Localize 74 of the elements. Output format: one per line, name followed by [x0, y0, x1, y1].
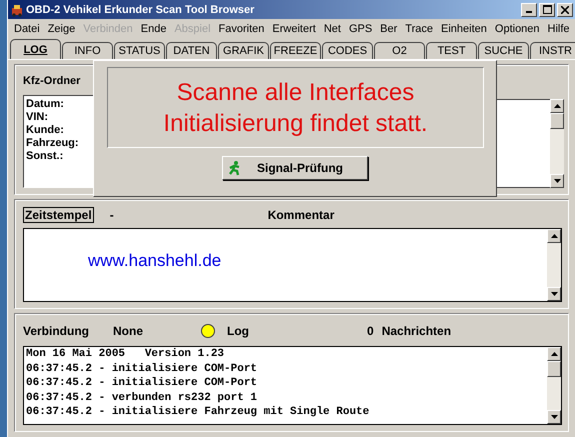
- field-label: VIN:: [26, 111, 49, 124]
- menu-item[interactable]: Optionen: [490, 23, 544, 35]
- menu-item[interactable]: Datei: [10, 23, 44, 35]
- scroll-up-button[interactable]: [550, 99, 564, 113]
- down-triangle-icon: [554, 179, 560, 183]
- tab[interactable]: SUCHE: [478, 42, 529, 59]
- log-line: 06:37:45.2 - initialisiere COM-Port: [26, 362, 258, 376]
- close-icon: [561, 6, 569, 14]
- maximize-icon: [542, 5, 552, 14]
- scroll-down-button[interactable]: [550, 174, 564, 188]
- field-label: Fahrzeug:: [26, 137, 80, 150]
- tab[interactable]: TEST: [426, 42, 477, 59]
- menu-item[interactable]: Ende: [136, 23, 170, 35]
- scroll-up-button[interactable]: [547, 347, 561, 361]
- close-button[interactable]: [557, 2, 573, 16]
- log-line: 06:37:45.2 - initialisiere Fahrzeug mit Single Route: [26, 405, 370, 420]
- menu-item[interactable]: Net: [320, 23, 345, 35]
- log-line: 06:37:45.2 - initialisiere COM-Port: [26, 376, 258, 390]
- field-label: Sonst.:: [26, 150, 64, 163]
- tab[interactable]: CODES: [322, 42, 373, 59]
- menu-item[interactable]: Einheiten: [437, 23, 491, 35]
- vehicle-info-box[interactable]: Datum: VIN: Kunde: Fahrzeug: Sonst.:: [23, 95, 95, 188]
- scroll-thumb[interactable]: [550, 113, 564, 129]
- down-triangle-icon: [550, 415, 558, 419]
- menu-item[interactable]: Trace: [401, 23, 438, 35]
- messages-label: Nachrichten: [382, 324, 452, 338]
- connection-label: Verbindung: [23, 324, 90, 338]
- tab[interactable]: GRAFIK: [218, 42, 269, 59]
- folder-title: Kfz-Ordner: [23, 75, 82, 87]
- tab[interactable]: INSTR: [530, 42, 575, 59]
- up-triangle-icon: [554, 104, 560, 108]
- field-label: Datum:: [26, 98, 65, 111]
- tab[interactable]: FREEZE: [270, 42, 321, 59]
- down-triangle-icon: [550, 292, 558, 296]
- tab[interactable]: DATEN: [166, 42, 217, 59]
- menu-item[interactable]: Zeige: [44, 23, 80, 35]
- maximize-button[interactable]: [539, 2, 555, 16]
- up-triangle-icon: [550, 352, 558, 356]
- connection-value: None: [113, 324, 144, 338]
- status-message: Scanne alle Interfaces: [176, 78, 414, 108]
- menu-item[interactable]: Hilfe: [544, 23, 574, 35]
- up-triangle-icon: [550, 234, 558, 238]
- tab[interactable]: LOG: [10, 39, 61, 59]
- minimize-button[interactable]: [521, 2, 537, 16]
- scroll-thumb[interactable]: [547, 361, 561, 377]
- menu-item[interactable]: GPS: [344, 23, 376, 35]
- menu-item[interactable]: Favoriten: [214, 23, 268, 35]
- status-message: Initialisierung findet statt.: [163, 108, 428, 138]
- message-count: 0: [367, 324, 374, 338]
- tab[interactable]: INFO: [62, 42, 113, 59]
- comment-box[interactable]: www.hanshehl.de: [23, 228, 562, 302]
- scrollbar[interactable]: [547, 347, 561, 424]
- car-icon: [10, 2, 24, 16]
- log-box[interactable]: Mon 16 Mai 2005 Version 1.23 06:37:45.2 - initialisiere COM-Port 06:37:45.2 - initialisiere COM-Port 06:37:45.2 - verbunden rs232 port 1 06:37:45.2 - initialisiere Fahrzeug mit Single Route: [23, 346, 562, 425]
- scrollbar[interactable]: [547, 229, 561, 301]
- minimize-icon: [526, 11, 532, 13]
- scrollbar[interactable]: [550, 99, 564, 188]
- log-line: 06:37:45.2 - verbunden rs232 port 1: [26, 390, 258, 405]
- menu-item[interactable]: Erweitert: [268, 23, 320, 35]
- timestamp-button[interactable]: Zeitstempel: [23, 207, 94, 223]
- field-label: Kunde:: [26, 124, 65, 137]
- separator-text: -: [110, 208, 114, 222]
- signal-check-button[interactable]: Signal-Prüfung: [222, 156, 368, 180]
- scroll-down-button[interactable]: [547, 287, 561, 301]
- scroll-up-button[interactable]: [547, 229, 561, 243]
- website-text: www.hanshehl.de: [87, 250, 222, 272]
- menu-item[interactable]: Ber: [376, 23, 402, 35]
- tab[interactable]: O2: [374, 42, 425, 59]
- tab[interactable]: STATUS: [114, 42, 165, 59]
- log-label: Log: [227, 324, 250, 338]
- comment-title: Kommentar: [268, 208, 334, 222]
- window-title: OBD-2 Vehikel Erkunder Scan Tool Browser: [26, 4, 254, 16]
- scroll-down-button[interactable]: [547, 410, 561, 424]
- log-line: Mon 16 Mai 2005 Version 1.23: [26, 347, 226, 362]
